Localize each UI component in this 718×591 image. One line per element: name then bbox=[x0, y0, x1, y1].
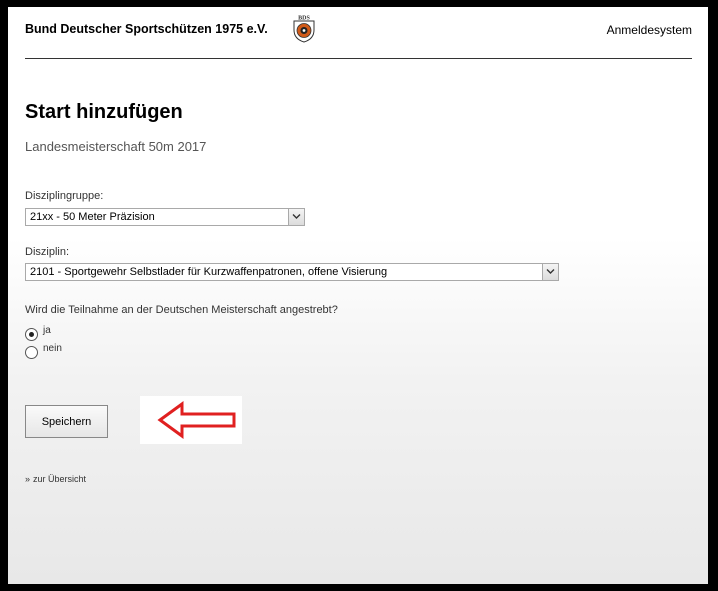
page-title: Start hinzufügen bbox=[25, 101, 183, 123]
browser-window: Bund Deutscher Sportschützen 1975 e.V. B… bbox=[8, 7, 708, 584]
disziplin-value: 2101 - Sportgewehr Selbstlader für Kurzw… bbox=[30, 266, 388, 278]
radio-dot-icon bbox=[29, 332, 34, 337]
dropdown-arrow-icon[interactable] bbox=[542, 264, 558, 280]
radio-label-ja[interactable]: ja bbox=[43, 325, 51, 336]
disziplingruppe-select[interactable]: 21xx - 50 Meter Präzision bbox=[25, 208, 305, 226]
radio-button[interactable] bbox=[25, 346, 38, 359]
back-to-overview-link[interactable]: » zur Übersicht bbox=[25, 474, 86, 484]
save-button[interactable]: Speichern bbox=[25, 405, 108, 438]
dm-question: Wird die Teilnahme an der Deutschen Meis… bbox=[25, 304, 338, 316]
disziplingruppe-value: 21xx - 50 Meter Präzision bbox=[30, 211, 155, 223]
logo-text: BDS bbox=[298, 16, 310, 22]
disziplin-label: Disziplin: bbox=[25, 246, 70, 258]
org-name: Bund Deutscher Sportschützen 1975 e.V. bbox=[25, 22, 268, 36]
disziplingruppe-label: Disziplingruppe: bbox=[25, 190, 104, 202]
system-name: Anmeldesystem bbox=[606, 23, 692, 37]
annotation-arrow bbox=[140, 396, 242, 444]
bds-logo-icon: BDS bbox=[293, 16, 315, 43]
event-subtitle: Landesmeisterschaft 50m 2017 bbox=[25, 139, 207, 154]
dropdown-arrow-icon[interactable] bbox=[288, 209, 304, 225]
back-link-label[interactable]: zur Übersicht bbox=[33, 474, 86, 484]
header-divider bbox=[25, 58, 692, 59]
disziplin-select[interactable]: 2101 - Sportgewehr Selbstlader für Kurzw… bbox=[25, 263, 559, 281]
chevron-right-icon: » bbox=[25, 474, 31, 484]
radio-button-checked[interactable] bbox=[25, 328, 38, 341]
radio-label-nein[interactable]: nein bbox=[43, 343, 62, 354]
arrow-left-icon bbox=[157, 401, 236, 439]
